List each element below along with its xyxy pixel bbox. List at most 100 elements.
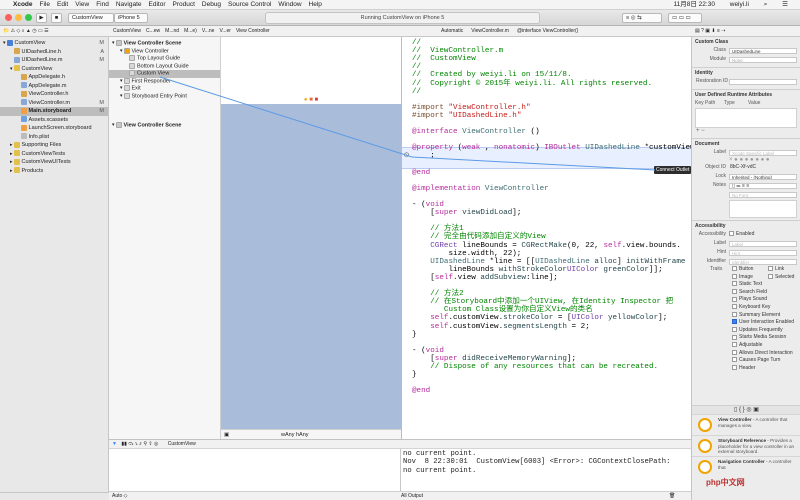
scope-selector[interactable]: Auto [112,493,122,499]
identity-title: Identity [692,67,800,77]
debug-controls[interactable]: ▮▮ ⤼ ⤵ ⤴ ⚲ ⇪ ◎ [121,441,158,447]
trait-checkbox[interactable] [768,266,773,272]
trait-right: Link [768,266,784,274]
console-line: no current point. [403,466,477,475]
traits-list: Button Link Image Selected Static Text Search… [692,266,800,372]
lock-select[interactable]: Inherited - (Nothing) [729,173,797,180]
class-field[interactable]: UIDashedLine [729,47,797,54]
trait-row: Button Link [692,266,800,274]
trait-label: User Interaction Enabled [739,319,795,326]
notes-toolbar[interactable]: ▯ ☰ ≡ ≡ [729,182,797,189]
trait-checkbox[interactable] [732,319,737,325]
connection-line [159,76,656,171]
trait-label: Static Text [739,281,762,288]
trait-row: Plays Sound [692,296,800,304]
trait-checkbox[interactable] [732,342,737,348]
keypath-column: Key Path [695,100,716,106]
restoration-field[interactable] [729,78,797,85]
type-column: Type [724,100,735,106]
notes-text-area[interactable] [729,200,797,218]
output-filter[interactable]: All Output [401,492,423,500]
trait-row: Updates Frequently [692,327,800,335]
trait-label: Updates Frequently [739,326,783,333]
module-label: Module [709,56,726,62]
accessibility-enabled-checkbox[interactable]: Enabled [729,230,754,239]
trait-row: Search Field [692,289,800,297]
trait-checkbox[interactable] [732,266,737,272]
trait-checkbox[interactable] [768,273,773,279]
view-controller-icon [698,439,712,453]
object-library: View Controller - A controller that mana… [692,414,800,477]
accessibility-title: Accessibility [692,220,800,230]
acc-label-field[interactable]: Label [729,240,797,247]
trait-checkbox[interactable] [732,349,737,355]
console-line: Nov 8 22:30:01 CustomView[6003] <Error>:… [403,458,671,467]
trash-icon[interactable]: 🗑 [669,492,675,500]
trait-row: Static Text [692,281,800,289]
trait-checkbox[interactable] [732,288,737,294]
trait-right: Selected [768,274,794,282]
identifier-field[interactable]: Identifier [729,258,797,265]
trait-label: Keyboard Key [739,303,771,310]
library-item[interactable]: View Controller - A controller that mana… [692,414,800,435]
debug-crumb[interactable]: CustomView [168,441,196,447]
trait-label: Summary Element [739,311,781,318]
trait-row: User Interaction Enabled [692,319,800,327]
hide-debug-icon[interactable]: ▼ [112,441,117,447]
font-field[interactable]: No Font [729,191,797,198]
runtime-table[interactable] [695,108,797,128]
hint-field[interactable]: Hint [729,249,797,256]
document-title: Document [692,138,800,148]
trait-checkbox[interactable] [732,326,737,332]
identifier-label: Identifier [706,258,726,264]
trait-checkbox[interactable] [732,311,737,317]
trait-label: Adjustable [739,341,763,348]
class-label: Class [713,47,726,53]
accessibility-label: Accessibility [698,231,726,237]
trait-row: Starts Media Session [692,334,800,342]
trait-row: Summary Element [692,312,800,320]
trait-checkbox[interactable] [732,364,737,370]
add-attribute-button[interactable]: + − [692,128,800,135]
trait-label: Plays Sound [739,296,768,303]
trait-checkbox[interactable] [732,304,737,310]
trait-label: Search Field [739,288,768,295]
checkbox-icon[interactable] [729,231,734,237]
trait-checkbox[interactable] [732,281,737,287]
debug-footer: Auto ◇ All Output 🗑 [109,491,691,500]
trait-label: Starts Media Session [739,334,787,341]
variables-view[interactable] [109,449,401,491]
doc-label-field[interactable]: Xcode Specific Label [729,149,797,156]
library-item[interactable]: Navigation Controller - A controller tha… [692,456,800,477]
trait-checkbox[interactable] [732,357,737,363]
value-column: Value [748,100,761,106]
runtime-header: Key Path Type Value [692,99,800,108]
trait-checkbox[interactable] [732,273,737,279]
library-tabs[interactable]: ▯ { } ◎ ▣ [692,405,800,414]
console-line: no current point. [403,450,477,458]
doc-label-label: Label [713,149,726,155]
trait-row: Allows Direct Interaction [692,350,800,358]
trait-row: Adjustable [692,342,800,350]
trait-checkbox[interactable] [732,334,737,340]
chevron-down-icon[interactable]: ◇ [122,493,128,499]
lock-label: Lock [715,173,726,179]
trait-label: Image [739,273,753,280]
trait-label: Header [739,364,756,371]
library-item[interactable]: Storyboard Reference - Provides a placeh… [692,435,800,456]
notes-label: Notes [712,182,726,188]
restoration-label: Restoration ID [696,78,728,84]
custom-class-title: Custom Class [695,39,729,45]
module-field[interactable]: None [729,56,797,63]
trait-row: Header [692,365,800,373]
trait-label: Selected [775,273,795,280]
trait-label: Link [775,266,785,272]
trait-label: Causes Page Turn [739,357,781,364]
console-output[interactable]: no current point. Nov 8 22:30:01 CustomV… [401,449,691,491]
watermark-logo: php中文网 [706,478,745,487]
trait-row: Causes Page Turn [692,357,800,365]
library-item-title: View Controller [718,417,752,422]
trait-checkbox[interactable] [732,296,737,302]
trait-label: Button [739,266,754,272]
acc-label-label: Label [713,240,726,246]
